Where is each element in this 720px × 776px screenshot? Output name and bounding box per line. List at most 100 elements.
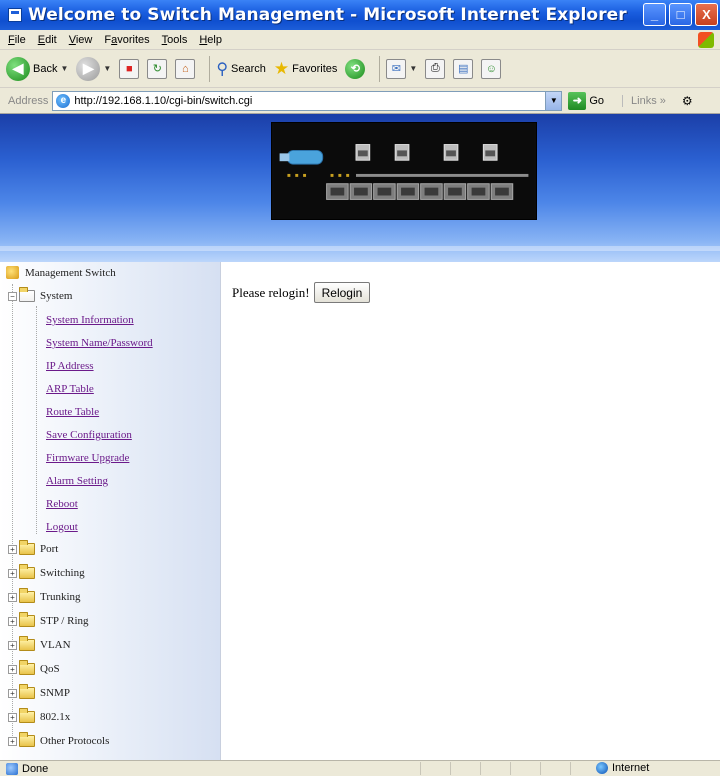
status-bar: Done Internet bbox=[0, 760, 720, 776]
security-zone: Internet bbox=[596, 762, 649, 774]
status-divider bbox=[420, 762, 421, 775]
status-divider bbox=[510, 762, 511, 775]
expand-icon[interactable]: + bbox=[8, 664, 17, 674]
collapse-icon[interactable]: − bbox=[8, 291, 17, 301]
search-icon: ⚲ bbox=[216, 60, 229, 78]
expand-icon[interactable]: + bbox=[8, 712, 17, 722]
maximize-button[interactable]: □ bbox=[669, 3, 692, 26]
menu-favorites[interactable]: Favorites bbox=[104, 34, 149, 46]
relogin-button[interactable]: Relogin bbox=[313, 282, 371, 303]
folder-icon bbox=[19, 540, 35, 555]
mail-button[interactable]: ✉ ▼ bbox=[386, 58, 417, 79]
tree-root[interactable]: Management Switch bbox=[0, 266, 116, 279]
stop-button[interactable]: ■ bbox=[119, 58, 140, 79]
print-button[interactable]: ⎙ bbox=[425, 58, 446, 79]
status-divider bbox=[570, 762, 571, 775]
address-dropdown-icon[interactable]: ▼ bbox=[545, 91, 562, 110]
window-title: Welcome to Switch Management - Microsoft… bbox=[28, 5, 627, 25]
banner-strip bbox=[0, 246, 720, 251]
tree-link-logout[interactable]: Logout bbox=[46, 521, 78, 533]
tree-folder-vlan[interactable]: + VLAN bbox=[8, 636, 71, 651]
tree-folder-other-protocols[interactable]: + Other Protocols bbox=[8, 732, 109, 747]
menu-help[interactable]: Help bbox=[199, 34, 222, 46]
tree-link-reboot[interactable]: Reboot bbox=[46, 498, 78, 510]
go-button[interactable]: ➜ Go bbox=[568, 91, 605, 110]
tree-folder-8021x[interactable]: +802.1x bbox=[8, 708, 70, 723]
home-icon: ⌂ bbox=[175, 58, 196, 79]
home-button[interactable]: ⌂ bbox=[175, 58, 196, 79]
address-input[interactable]: e http://192.168.1.10/cgi-bin/switch.cgi… bbox=[52, 90, 563, 111]
address-label: Address bbox=[8, 94, 49, 107]
tree-folder-switching[interactable]: + Switching bbox=[8, 564, 85, 579]
mail-dropdown-icon[interactable]: ▼ bbox=[409, 64, 417, 73]
address-url[interactable]: http://192.168.1.10/cgi-bin/switch.cgi bbox=[74, 95, 252, 107]
messenger-icon: ☺ bbox=[481, 58, 502, 79]
ie-window-icon[interactable] bbox=[8, 8, 22, 22]
folder-icon bbox=[19, 636, 35, 651]
windows-logo-icon bbox=[698, 32, 714, 48]
tree-folder-snmp[interactable]: + SNMP bbox=[8, 684, 70, 699]
edit-page-button[interactable]: ▤ bbox=[453, 58, 474, 79]
folder-icon bbox=[19, 588, 35, 603]
forward-arrow-icon: ▶ bbox=[76, 56, 101, 81]
minimize-button[interactable]: _ bbox=[643, 3, 666, 26]
status-divider bbox=[450, 762, 451, 775]
folder-icon bbox=[19, 684, 35, 699]
tree-link-route-table[interactable]: Route Table bbox=[46, 406, 99, 418]
expand-icon[interactable]: + bbox=[8, 736, 17, 746]
back-dropdown-icon[interactable]: ▼ bbox=[60, 64, 68, 73]
tree-folder-stp-ring[interactable]: + STP / Ring bbox=[8, 612, 89, 627]
navigation-tree: Management Switch − System System Inform… bbox=[0, 262, 221, 760]
menu-edit[interactable]: Edit bbox=[38, 34, 57, 46]
forward-button[interactable]: ▶ ▼ bbox=[76, 56, 111, 81]
folder-icon bbox=[19, 612, 35, 627]
tree-root-label: Management Switch bbox=[25, 266, 116, 279]
open-folder-icon bbox=[19, 287, 35, 302]
go-arrow-icon: ➜ bbox=[568, 91, 587, 110]
window-titlebar: Welcome to Switch Management - Microsoft… bbox=[0, 0, 720, 30]
links-button[interactable]: Links » bbox=[622, 94, 666, 107]
expand-icon[interactable]: + bbox=[8, 616, 17, 626]
status-divider bbox=[540, 762, 541, 775]
menu-file[interactable]: File bbox=[8, 34, 26, 46]
history-icon: ⟲ bbox=[345, 58, 366, 79]
close-button[interactable]: X bbox=[695, 3, 718, 26]
history-button[interactable]: ⟲ bbox=[345, 58, 366, 79]
expand-icon[interactable]: + bbox=[8, 568, 17, 578]
mail-icon: ✉ bbox=[386, 58, 407, 79]
tree-folder-qos[interactable]: + QoS bbox=[8, 660, 60, 675]
menu-tools[interactable]: Tools bbox=[162, 34, 188, 46]
back-button[interactable]: ◀ Back ▼ bbox=[6, 56, 68, 81]
tree-link-firmware-upgrade[interactable]: Firmware Upgrade bbox=[46, 452, 129, 464]
tree-link-arp-table[interactable]: ARP Table bbox=[46, 383, 94, 395]
tree-folder-port[interactable]: + Port bbox=[8, 540, 58, 555]
expand-icon[interactable]: + bbox=[8, 640, 17, 650]
page-done-icon bbox=[6, 762, 18, 775]
favorites-label: Favorites bbox=[292, 62, 338, 75]
forward-dropdown-icon[interactable]: ▼ bbox=[103, 64, 111, 73]
tree-folder-trunking[interactable]: + Trunking bbox=[8, 588, 81, 603]
refresh-icon: ↻ bbox=[147, 58, 168, 79]
messenger-button[interactable]: ☺ bbox=[481, 58, 502, 79]
tree-link-ip-address[interactable]: IP Address bbox=[46, 360, 94, 372]
tree-folder-system[interactable]: − System bbox=[8, 287, 72, 302]
edit-page-icon: ▤ bbox=[453, 58, 474, 79]
menu-view[interactable]: View bbox=[69, 34, 93, 46]
expand-icon[interactable]: + bbox=[8, 592, 17, 602]
favorites-button[interactable]: ★ Favorites bbox=[274, 59, 338, 79]
tree-link-system-name-password[interactable]: System Name/Password bbox=[46, 337, 153, 349]
extension-icon[interactable]: ⚙ bbox=[682, 94, 693, 108]
expand-icon[interactable]: + bbox=[8, 544, 17, 554]
tree-link-system-information[interactable]: System Information bbox=[46, 314, 134, 326]
search-button[interactable]: ⚲ Search bbox=[216, 59, 266, 79]
toolbar: ◀ Back ▼ ▶ ▼ ■ ↻ ⌂ ⚲ Search ★ Favorites … bbox=[0, 50, 720, 88]
tree-link-save-configuration[interactable]: Save Configuration bbox=[46, 429, 132, 441]
folder-icon bbox=[19, 660, 35, 675]
refresh-button[interactable]: ↻ bbox=[147, 58, 168, 79]
print-icon: ⎙ bbox=[425, 58, 446, 79]
stop-icon: ■ bbox=[119, 58, 140, 79]
go-label: Go bbox=[589, 94, 605, 107]
relogin-prompt: Please relogin! Relogin bbox=[232, 282, 371, 303]
expand-icon[interactable]: + bbox=[8, 688, 17, 698]
tree-link-alarm-setting[interactable]: Alarm Setting bbox=[46, 475, 108, 487]
